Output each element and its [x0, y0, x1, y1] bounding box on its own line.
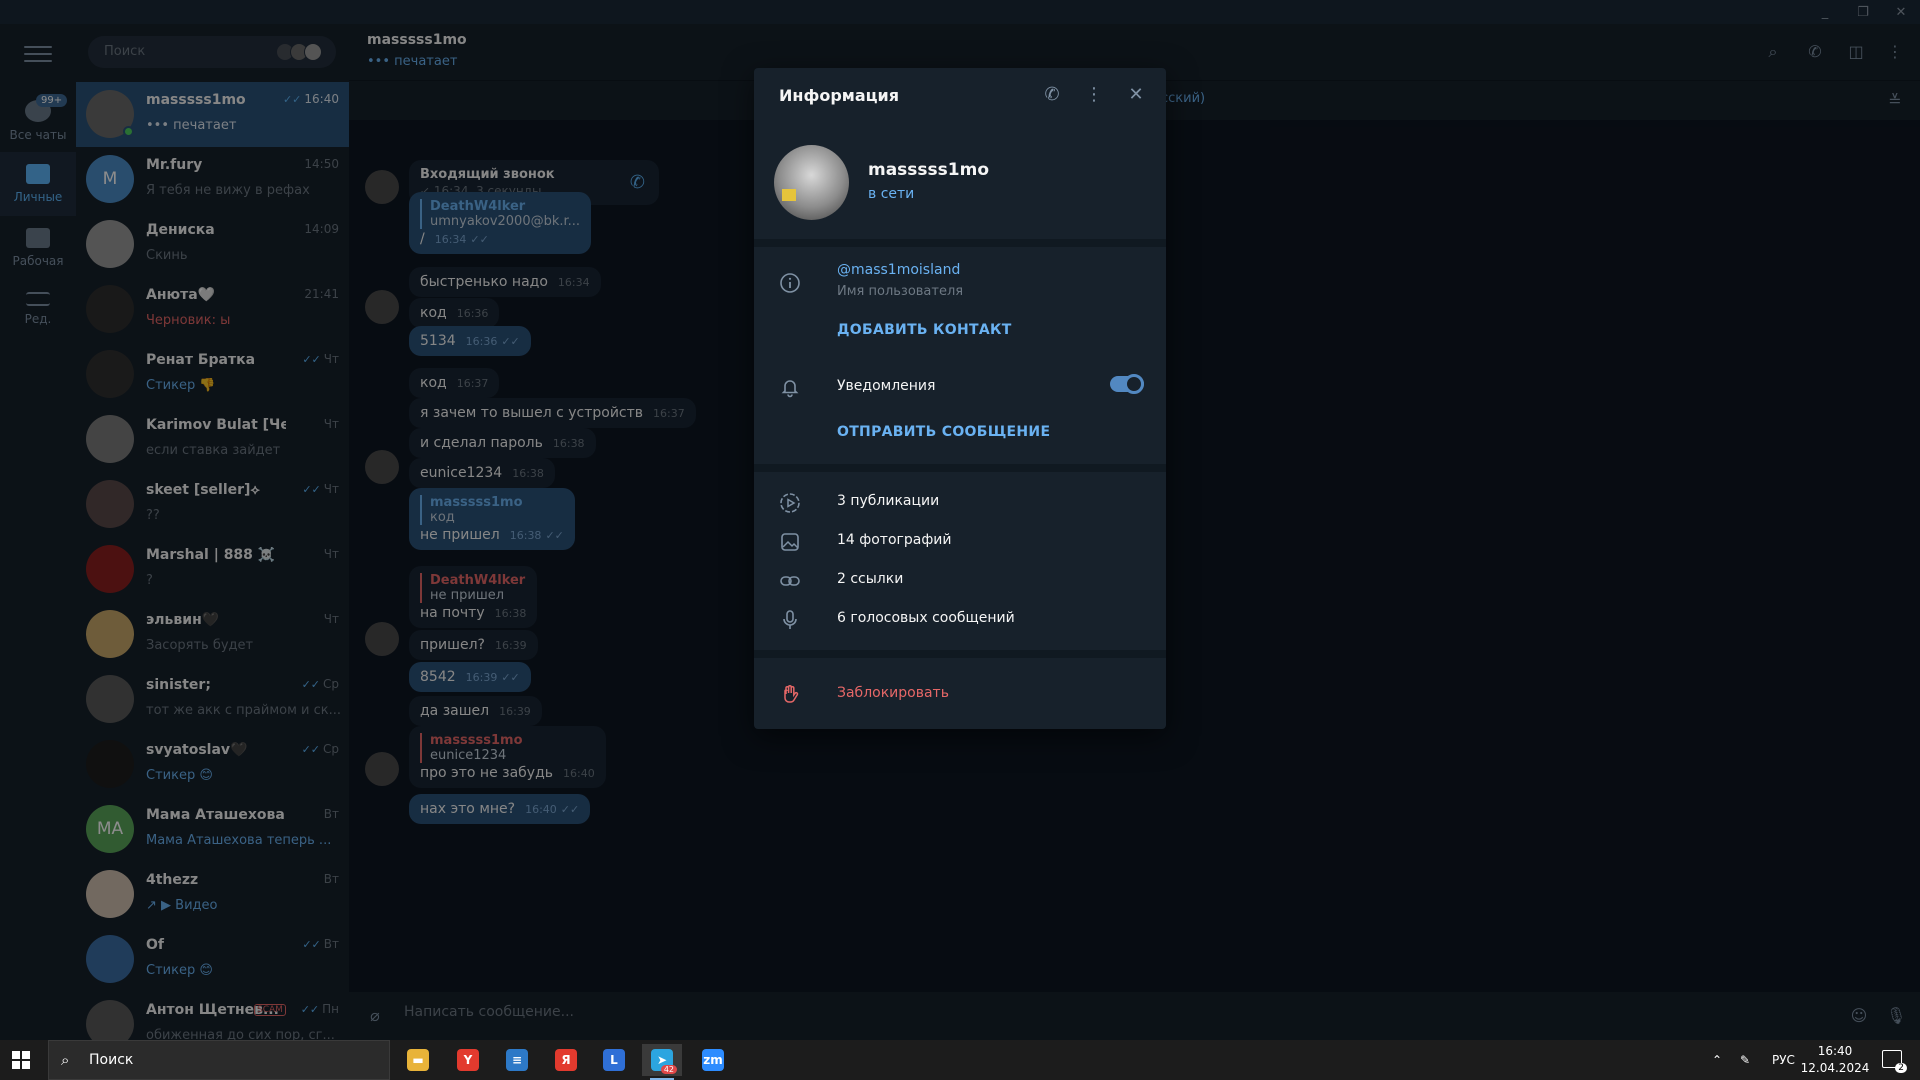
- notepad-icon: ≡: [506, 1049, 528, 1071]
- pen-icon[interactable]: ✎: [1740, 1040, 1750, 1080]
- phone-icon[interactable]: ✆: [1041, 84, 1063, 106]
- profile-name: masssss1mo: [868, 160, 990, 180]
- divider: [754, 239, 1166, 247]
- clock[interactable]: 16:40 12.04.2024: [1800, 1043, 1870, 1077]
- hand-stop-icon: [779, 683, 801, 705]
- zoom-icon: zm: [702, 1049, 724, 1071]
- yandex-icon: Я: [555, 1049, 577, 1071]
- lightshot-icon: L: [603, 1049, 625, 1071]
- profile-status: в сети: [868, 186, 915, 202]
- taskbar-app-notepad[interactable]: ≡: [497, 1044, 537, 1076]
- notifications-label: Уведомления: [837, 378, 936, 394]
- profile-avatar[interactable]: [774, 145, 849, 220]
- notifications-toggle[interactable]: [1110, 374, 1144, 394]
- divider: [754, 464, 1166, 472]
- more-menu-icon[interactable]: ⋮: [1083, 84, 1105, 106]
- clock-time: 16:40: [1817, 1044, 1853, 1058]
- add-contact-button[interactable]: ДОБАВИТЬ КОНТАКТ: [837, 322, 1012, 338]
- taskbar-app-telegram[interactable]: ➤ 42: [642, 1044, 682, 1080]
- photo-icon: [779, 531, 801, 553]
- tray-chevron-icon[interactable]: ⌃: [1712, 1040, 1722, 1080]
- clock-date: 12.04.2024: [1800, 1061, 1870, 1075]
- bell-icon: [779, 376, 801, 398]
- taskbar-search[interactable]: ⌕ Поиск: [48, 1040, 390, 1080]
- block-button[interactable]: Заблокировать: [837, 685, 949, 701]
- windows-start-icon[interactable]: [12, 1051, 30, 1069]
- send-message-button[interactable]: ОТПРАВИТЬ СООБЩЕНИЕ: [837, 424, 1050, 440]
- taskbar-app-zoom[interactable]: zm: [693, 1044, 733, 1076]
- yandex-browser-icon: Y: [457, 1049, 479, 1071]
- username-label: Имя пользователя: [837, 284, 964, 299]
- taskbar: ⌕ Поиск ▬ Y ≡ Я L ➤ 42 zm ⌃ ✎ РУС 16:40 12.04.2…: [0, 1040, 1920, 1080]
- info-icon: [779, 272, 801, 294]
- link-icon: [779, 570, 801, 592]
- language-indicator[interactable]: РУС: [1772, 1040, 1795, 1080]
- notifications-icon[interactable]: 2: [1882, 1050, 1907, 1073]
- taskbar-search-label: Поиск: [89, 1052, 134, 1068]
- info-panel: Информация ✆ ⋮ ✕ masssss1mo в сети @mass…: [754, 68, 1166, 729]
- explorer-icon: ▬: [407, 1049, 429, 1071]
- divider: [754, 650, 1166, 658]
- username-link[interactable]: @mass1moisland: [837, 262, 960, 278]
- search-icon: ⌕: [61, 1051, 70, 1069]
- taskbar-app-yandex-browser[interactable]: Y: [448, 1044, 488, 1076]
- taskbar-app-explorer[interactable]: ▬: [398, 1044, 438, 1076]
- media-links[interactable]: 2 ссылки: [837, 571, 903, 587]
- microphone-icon: [779, 609, 801, 631]
- taskbar-app-yandex[interactable]: Я: [546, 1044, 586, 1076]
- media-photos[interactable]: 14 фотографий: [837, 532, 952, 548]
- taskbar-app-lightshot[interactable]: L: [594, 1044, 634, 1076]
- media-voice[interactable]: 6 голосовых сообщений: [837, 610, 1015, 626]
- notifications-count: 2: [1895, 1063, 1907, 1073]
- close-icon[interactable]: ✕: [1125, 84, 1147, 106]
- media-publications[interactable]: 3 публикации: [837, 493, 939, 509]
- app-badge: 42: [660, 1065, 677, 1074]
- stories-icon: [779, 492, 801, 514]
- info-title: Информация: [779, 86, 899, 105]
